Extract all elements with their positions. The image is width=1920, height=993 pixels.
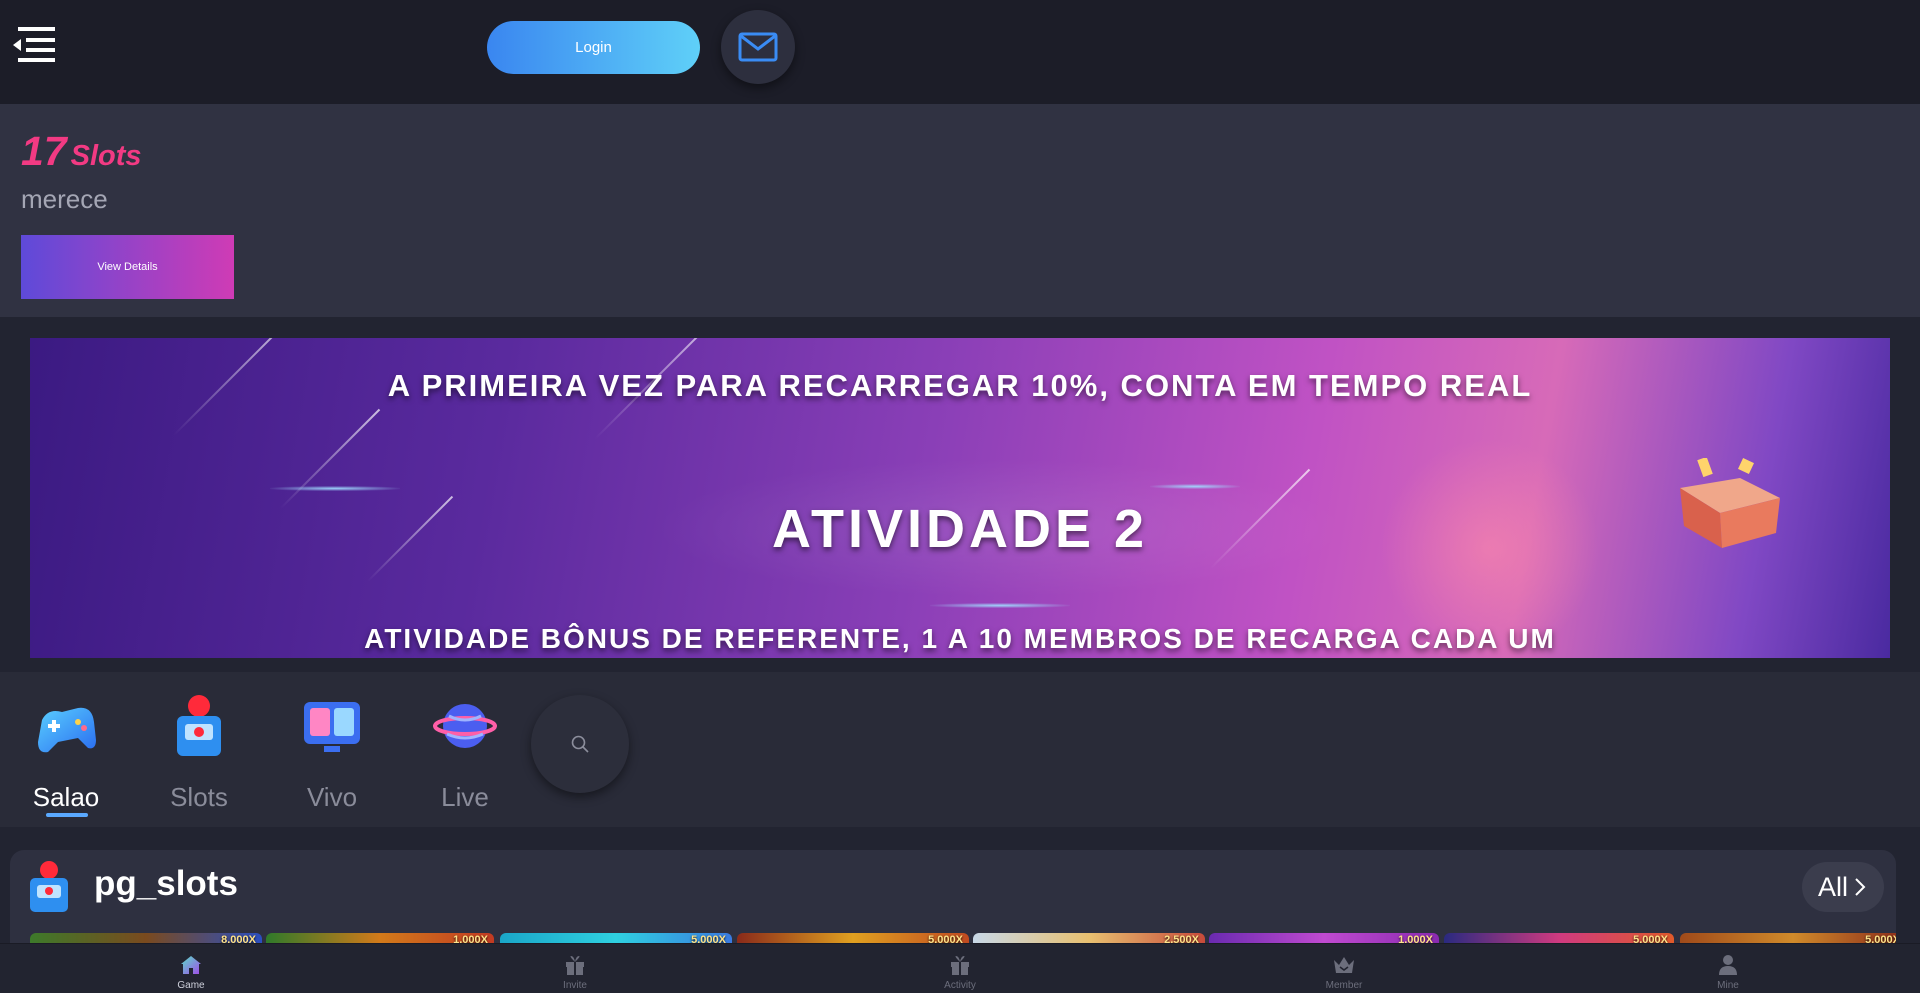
nav-label: Mine: [1717, 980, 1739, 991]
see-all-label: All: [1817, 871, 1848, 902]
search-icon: [571, 735, 589, 753]
tab-salao[interactable]: Salao: [16, 692, 116, 812]
tab-label: Salao: [32, 782, 100, 812]
chevron-right-icon: [1855, 878, 1866, 896]
nav-label: Member: [1325, 980, 1363, 991]
promo-subtitle: merece: [21, 184, 108, 214]
active-tab-indicator: [46, 813, 88, 817]
search-button[interactable]: [531, 695, 629, 793]
gamepad-icon: [38, 707, 96, 753]
banner-line-1: A PRIMEIRA VEZ PARA RECARREGAR 10%, CONT…: [387, 368, 1533, 403]
nav-invite[interactable]: Invite: [515, 944, 635, 993]
tab-vivo[interactable]: Vivo: [282, 692, 382, 812]
banner-flare: [1150, 484, 1240, 489]
home-icon: [181, 956, 201, 974]
section-title: pg_slots: [94, 864, 238, 903]
category-tabs: Salao Slots Vivo Live: [0, 672, 1920, 827]
live-tv-icon: [304, 702, 360, 752]
nav-label: Invite: [563, 980, 587, 991]
tab-label: Vivo: [306, 782, 358, 812]
slot-machine-icon: [177, 695, 221, 756]
nav-member[interactable]: Member: [1284, 944, 1404, 993]
gift-box-icon: [951, 956, 969, 975]
promo-count: 17: [21, 128, 67, 174]
tab-slots[interactable]: Slots: [149, 692, 249, 812]
tab-label: Live: [441, 782, 489, 812]
tab-live[interactable]: Live: [415, 692, 515, 812]
bottom-nav: Game Invite Activity Member Mine: [0, 943, 1920, 993]
nav-game[interactable]: Game: [131, 944, 251, 993]
banner-streak: [279, 408, 381, 510]
globe-icon: [433, 704, 497, 748]
gift-icon: [566, 956, 584, 975]
user-icon: [1719, 955, 1737, 975]
activity-banner[interactable]: A PRIMEIRA VEZ PARA RECARREGAR 10%, CONT…: [30, 338, 1890, 658]
mail-icon: [738, 32, 778, 62]
crown-icon: [1334, 957, 1354, 973]
see-all-button[interactable]: All: [1801, 862, 1884, 912]
login-button[interactable]: Login: [487, 21, 700, 74]
slot-machine-icon: [30, 861, 68, 912]
view-details-button[interactable]: View Details: [21, 235, 234, 299]
promo-category: Slots: [70, 140, 142, 172]
tab-label: Slots: [170, 782, 228, 812]
banner-line-2: ATIVIDADE 2: [771, 499, 1149, 559]
nav-label: Activity: [944, 980, 976, 991]
top-bar: Login: [0, 0, 1920, 104]
menu-icon[interactable]: [12, 24, 56, 64]
nav-activity[interactable]: Activity: [900, 944, 1020, 993]
mail-button[interactable]: [721, 10, 795, 84]
banner-line-3: ATIVIDADE BÔNUS DE REFERENTE, 1 A 10 MEM…: [364, 623, 1556, 654]
promo-title: 17 Slots: [21, 128, 142, 175]
nav-mine[interactable]: Mine: [1668, 944, 1788, 993]
banner-flare: [270, 486, 400, 491]
nav-label: Game: [177, 980, 205, 991]
promo-panel: 17 Slots merece View Details: [0, 104, 1920, 317]
banner-flare: [930, 603, 1070, 608]
